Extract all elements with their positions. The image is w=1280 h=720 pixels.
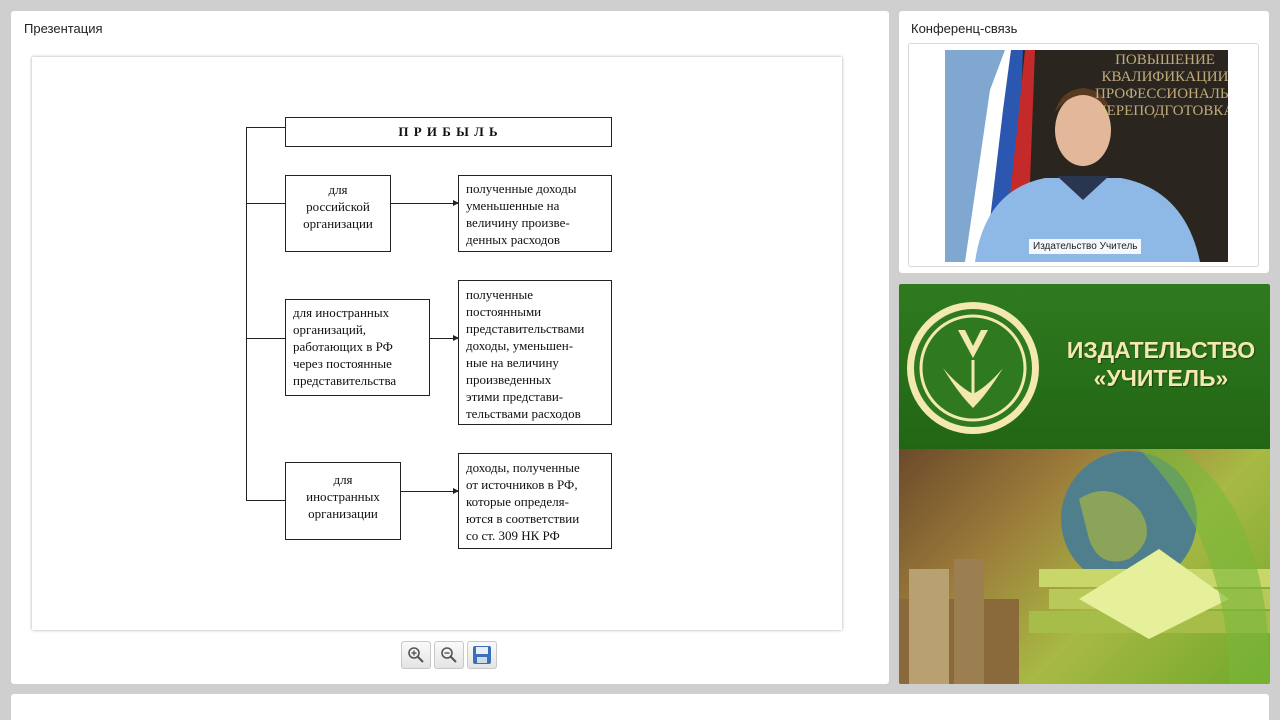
row3-arrow [401, 488, 459, 494]
publisher-logo-icon [907, 302, 1039, 434]
row2-arrow [430, 335, 459, 341]
row1-left-text: для российской организации [303, 182, 373, 231]
video-frame: ПОВЫШЕНИЕ КВАЛИФИКАЦИИ ПРОФЕССИОНАЛЬНАЯ … [908, 43, 1259, 267]
video-banner-text: ПОВЫШЕНИЕ КВАЛИФИКАЦИИ ПРОФЕССИОНАЛЬНАЯ … [1095, 52, 1228, 119]
zoom-in-button[interactable] [401, 641, 431, 669]
row2-left-text: для иностранных организаций, работающих … [293, 305, 397, 388]
header-text: П Р И Б Ы Л Ь [398, 124, 499, 139]
connector-row2 [246, 338, 285, 339]
row3-right-text: доходы, полученные от источников в РФ, к… [466, 460, 580, 543]
video-label: Издательство Учитель [1029, 239, 1142, 254]
slide-toolbar [401, 641, 497, 671]
row2-right-text: полученные постоянными представительства… [466, 287, 585, 421]
bracket-line [246, 127, 247, 501]
save-button[interactable] [467, 641, 497, 669]
video-feed[interactable]: ПОВЫШЕНИЕ КВАЛИФИКАЦИИ ПРОФЕССИОНАЛЬНАЯ … [945, 50, 1228, 262]
header-box: П Р И Б Ы Л Ь [285, 117, 612, 147]
presentation-panel: Презентация П Р И Б Ы Л Ь для российской… [11, 11, 889, 684]
publisher-header: ИЗДАТЕЛЬСТВО «УЧИТЕЛЬ» [899, 284, 1270, 449]
row1-left-box: для российской организации [285, 175, 391, 252]
zoom-in-icon [408, 647, 424, 663]
row2-left-box: для иностранных организаций, работающих … [285, 299, 430, 396]
connector-row1 [246, 203, 285, 204]
connector-row3 [246, 500, 285, 501]
zoom-out-icon [441, 647, 457, 663]
row3-left-text: для иностранных организации [306, 472, 380, 521]
bottom-panel [11, 694, 1269, 720]
publisher-photo [899, 449, 1270, 684]
row1-right-box: полученные доходы уменьшенные на величин… [458, 175, 612, 252]
row1-arrow [391, 200, 459, 206]
connector-header [246, 127, 285, 128]
presentation-title: Презентация [24, 21, 103, 36]
conference-title: Конференц-связь [911, 21, 1018, 36]
row3-right-box: доходы, полученные от источников в РФ, к… [458, 453, 612, 549]
row2-right-box: полученные постоянными представительства… [458, 280, 612, 425]
publisher-name: ИЗДАТЕЛЬСТВО «УЧИТЕЛЬ» [1066, 337, 1256, 391]
zoom-out-button[interactable] [434, 641, 464, 669]
conference-panel: Конференц-связь ПОВЫШЕНИЕ КВАЛИФИКАЦИИ П… [899, 11, 1269, 273]
floppy-disk-icon [473, 646, 491, 664]
books-globe-image [899, 449, 1270, 684]
publisher-banner: ИЗДАТЕЛЬСТВО «УЧИТЕЛЬ» [899, 284, 1270, 684]
row3-left-box: для иностранных организации [285, 462, 401, 540]
slide: П Р И Б Ы Л Ь для российской организации… [32, 57, 842, 630]
row1-right-text: полученные доходы уменьшенные на величин… [466, 181, 577, 247]
